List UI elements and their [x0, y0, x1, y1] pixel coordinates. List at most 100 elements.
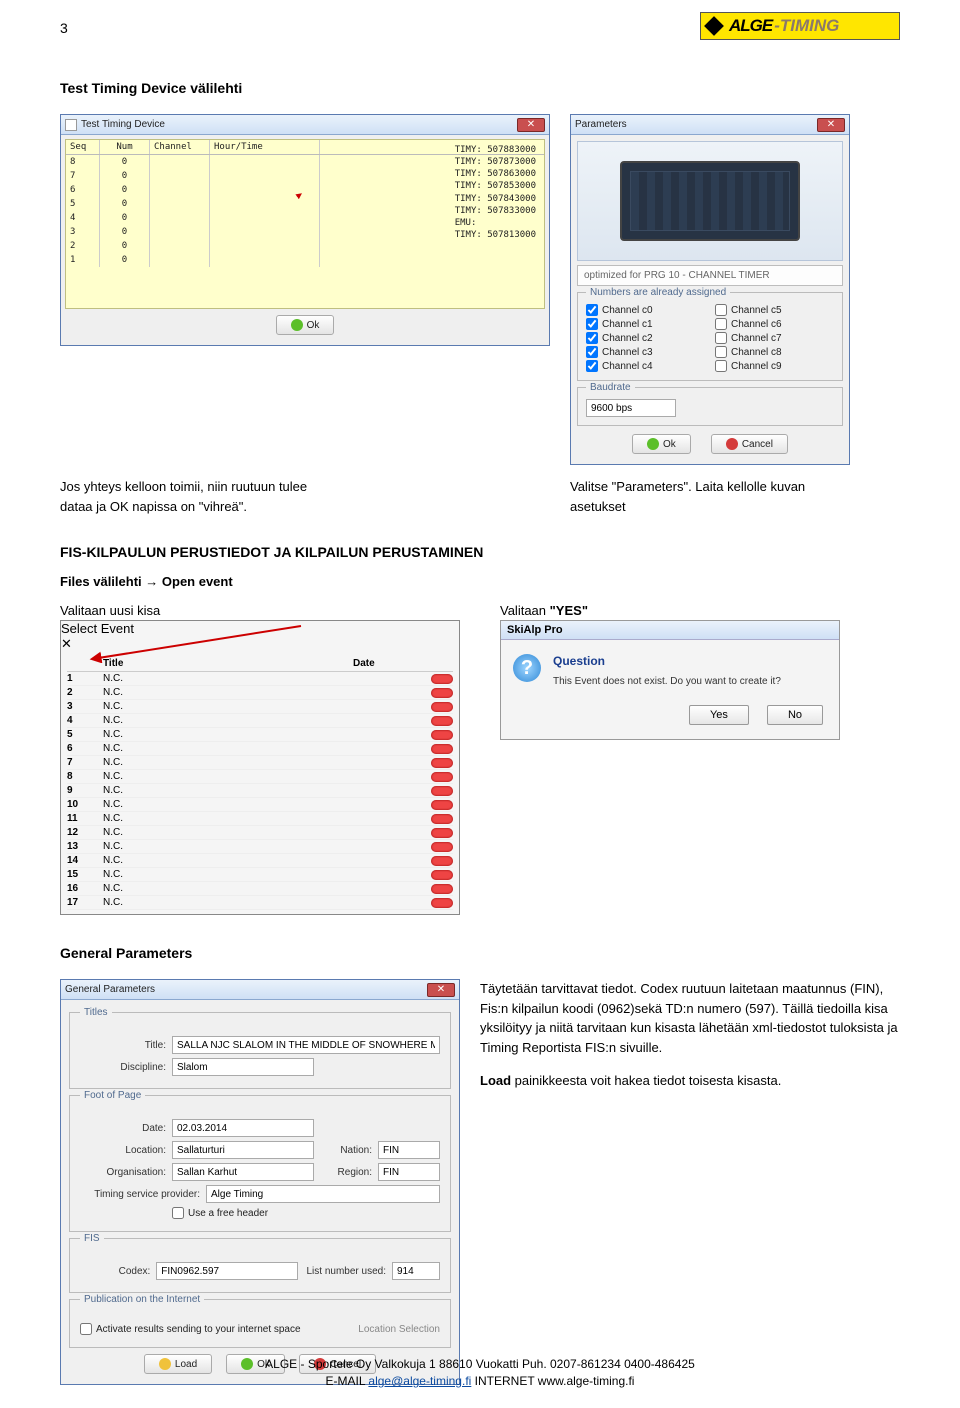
question-icon: ?	[513, 654, 541, 682]
fis-legend: FIS	[80, 1233, 104, 1244]
col-hourtime: Hour/Time	[210, 140, 320, 154]
event-row[interactable]: 12N.C.	[67, 826, 453, 840]
ok-icon	[647, 438, 659, 450]
nation-input[interactable]	[378, 1141, 440, 1159]
channels-fieldset: Numbers are already assigned Channel c0C…	[577, 292, 843, 381]
event-row[interactable]: 3N.C.	[67, 700, 453, 714]
page-footer: ALGE - Sportele Oy Valkokuja 1 88610 Vuo…	[60, 1356, 900, 1390]
dialog-title: SkiAlp Pro	[501, 621, 839, 640]
title-label: Title:	[80, 1040, 166, 1051]
channel-checkbox[interactable]: Channel c1	[586, 318, 705, 330]
event-row[interactable]: 10N.C.	[67, 798, 453, 812]
date-input[interactable]	[172, 1119, 314, 1137]
no-button[interactable]: No	[767, 705, 823, 725]
window-title: General Parameters	[65, 984, 427, 995]
publish-checkbox[interactable]: Activate results sending to your interne…	[80, 1323, 301, 1335]
caption-left: Jos yhteys kelloon toimii, niin ruutuun …	[60, 477, 550, 516]
event-row[interactable]: 1N.C.	[67, 672, 453, 686]
ok-label: Ok	[663, 439, 676, 450]
channel-checkbox[interactable]: Channel c4	[586, 360, 705, 372]
cancel-icon	[726, 438, 738, 450]
org-input[interactable]	[172, 1163, 314, 1181]
close-icon[interactable]: ✕	[427, 983, 455, 997]
yes-button[interactable]: Yes	[689, 705, 749, 725]
channel-checkbox[interactable]: Channel c8	[715, 346, 834, 358]
list-input[interactable]	[392, 1262, 440, 1280]
region-label: Region:	[320, 1167, 372, 1178]
footer-email-link[interactable]: alge@alge-timing.fi	[368, 1374, 471, 1388]
nation-label: Nation:	[320, 1145, 372, 1156]
event-row[interactable]: 4N.C.	[67, 714, 453, 728]
codex-input[interactable]	[156, 1262, 298, 1280]
list-label: List number used:	[304, 1266, 386, 1277]
status-pill-icon	[431, 702, 453, 712]
event-row[interactable]: 13N.C.	[67, 840, 453, 854]
event-row[interactable]: 9N.C.	[67, 784, 453, 798]
channel-checkbox[interactable]: Channel c9	[715, 360, 834, 372]
channel-checkbox[interactable]: Channel c2	[586, 332, 705, 344]
baudrate-fieldset: Baudrate	[577, 387, 843, 426]
date-label: Date:	[80, 1123, 166, 1134]
event-row[interactable]: 2N.C.	[67, 686, 453, 700]
channel-checkbox[interactable]: Channel c5	[715, 304, 834, 316]
free-header-checkbox[interactable]: Use a free header	[172, 1207, 268, 1219]
gp-description: Täytetään tarvittavat tiedot. Codex ruut…	[480, 979, 900, 1091]
ok-button[interactable]: Ok	[276, 315, 335, 335]
location-input[interactable]	[172, 1141, 314, 1159]
status-pill-icon	[431, 772, 453, 782]
section1-heading: Test Timing Device välilehti	[60, 80, 900, 96]
channel-checkbox[interactable]: Channel c7	[715, 332, 834, 344]
status-pill-icon	[431, 884, 453, 894]
caption-right: Valitse "Parameters". Laita kellolle kuv…	[570, 477, 900, 516]
channels-legend: Numbers are already assigned	[586, 287, 730, 298]
ttd-data-panel: Seq Num Channel Hour/Time 80706050403020…	[65, 139, 545, 309]
event-row[interactable]: 15N.C.	[67, 868, 453, 882]
device-image	[577, 141, 843, 261]
status-pill-icon	[431, 828, 453, 838]
event-row[interactable]: 14N.C.	[67, 854, 453, 868]
event-row[interactable]: 6N.C.	[67, 742, 453, 756]
status-pill-icon	[431, 674, 453, 684]
close-icon[interactable]: ✕	[817, 118, 845, 132]
channel-checkbox[interactable]: Channel c0	[586, 304, 705, 316]
status-pill-icon	[431, 730, 453, 740]
brand-timing: -TIMING	[774, 16, 839, 36]
cancel-label: Cancel	[742, 439, 773, 450]
region-input[interactable]	[378, 1163, 440, 1181]
test-timing-device-window: Test Timing Device ✕ Seq Num Channel Hou…	[60, 114, 550, 346]
channel-checkbox[interactable]: Channel c3	[586, 346, 705, 358]
event-row[interactable]: 11N.C.	[67, 812, 453, 826]
dialog-message: This Event does not exist. Do you want t…	[553, 676, 781, 687]
question-dialog: SkiAlp Pro ? Question This Event does no…	[500, 620, 840, 740]
discipline-input[interactable]	[172, 1058, 314, 1076]
col-date: Date	[353, 658, 453, 669]
parameters-window: Parameters ✕ optimized for PRG 10 - CHAN…	[570, 114, 850, 465]
ok-icon	[291, 319, 303, 331]
status-pill-icon	[431, 716, 453, 726]
close-icon[interactable]: ✕	[517, 118, 545, 132]
col-seq: Seq	[66, 140, 100, 154]
cancel-button[interactable]: Cancel	[711, 434, 788, 454]
title-input[interactable]	[172, 1036, 440, 1054]
timing-device-icon	[620, 161, 800, 241]
brand-logo: ALGE -TIMING	[700, 12, 900, 40]
event-row[interactable]: 7N.C.	[67, 756, 453, 770]
col-channel: Channel	[150, 140, 210, 154]
section2-heading: FIS-KILPAULUN PERUSTIEDOT JA KILPAILUN P…	[60, 544, 900, 560]
status-pill-icon	[431, 744, 453, 754]
event-row[interactable]: 17N.C.	[67, 896, 453, 910]
ok-label: Ok	[307, 320, 320, 331]
status-pill-icon	[431, 856, 453, 866]
ok-button[interactable]: Ok	[632, 434, 691, 454]
event-row[interactable]: 16N.C.	[67, 882, 453, 896]
baudrate-legend: Baudrate	[586, 382, 635, 393]
tsp-input[interactable]	[206, 1185, 440, 1203]
col-num: Num	[100, 140, 150, 154]
event-row[interactable]: 5N.C.	[67, 728, 453, 742]
foot-legend: Foot of Page	[80, 1090, 145, 1101]
channel-checkbox[interactable]: Channel c6	[715, 318, 834, 330]
titles-legend: Titles	[80, 1007, 112, 1018]
general-parameters-window: General Parameters ✕ Titles Title: Disci…	[60, 979, 460, 1385]
baudrate-select[interactable]	[586, 399, 676, 417]
event-row[interactable]: 8N.C.	[67, 770, 453, 784]
